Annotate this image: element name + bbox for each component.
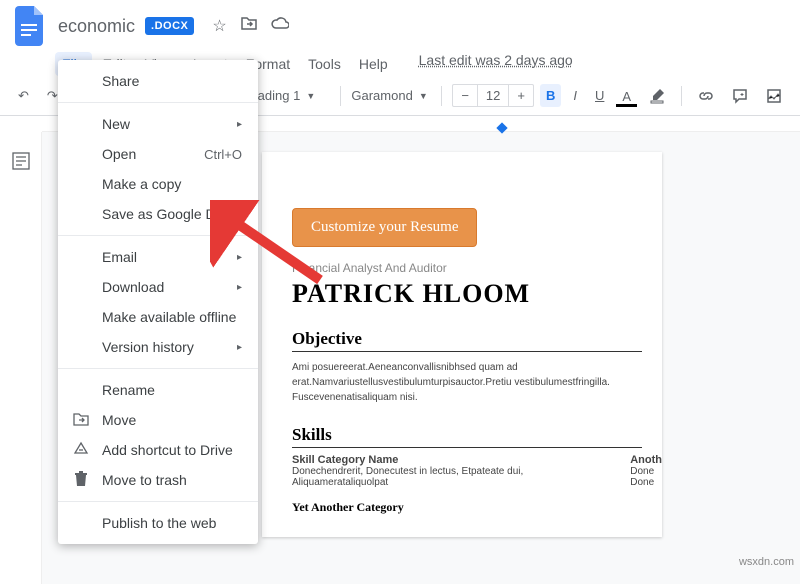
customize-resume-button[interactable]: Customize your Resume	[292, 208, 477, 247]
menu-share[interactable]: Share	[58, 66, 258, 96]
ruler-indent-marker[interactable]	[496, 122, 507, 133]
menu-version-history[interactable]: Version history▸	[58, 332, 258, 362]
menu-add-shortcut[interactable]: Add shortcut to Drive	[58, 435, 258, 465]
trash-icon	[72, 471, 90, 490]
fontsize-minus[interactable]: −	[453, 85, 477, 106]
move-icon	[72, 412, 90, 429]
image-icon[interactable]	[760, 84, 788, 108]
font-color-button[interactable]: A	[616, 85, 637, 107]
menu-publish-web[interactable]: Publish to the web	[58, 508, 258, 538]
heading-select[interactable]: eading 1▼	[250, 88, 330, 103]
menu-rename[interactable]: Rename	[58, 375, 258, 405]
italic-button[interactable]: I	[567, 84, 583, 107]
resume-subtitle: Financial Analyst And Auditor	[292, 261, 662, 275]
underline-button[interactable]: U	[589, 84, 610, 107]
menu-new[interactable]: New▸	[58, 109, 258, 139]
drive-shortcut-icon	[72, 441, 90, 460]
objective-heading: Objective	[292, 329, 642, 352]
font-select[interactable]: Garamond▼	[351, 88, 431, 103]
menu-email[interactable]: Email▸	[58, 242, 258, 272]
left-sidebar	[0, 132, 42, 584]
menu-move-trash[interactable]: Move to trash	[58, 465, 258, 495]
skills-heading: Skills	[292, 425, 642, 448]
fontsize-stepper[interactable]: − 12 +	[452, 84, 534, 107]
docs-logo-icon[interactable]	[12, 8, 48, 44]
menu-open[interactable]: OpenCtrl+O	[58, 139, 258, 169]
skill-col-1: Skill Category Name Donechendrerit, Done…	[292, 454, 550, 488]
star-icon[interactable]: ☆	[212, 16, 226, 36]
document-page[interactable]: Customize your Resume Financial Analyst …	[262, 152, 662, 537]
cloud-icon[interactable]	[271, 16, 289, 36]
docx-badge: .DOCX	[145, 17, 194, 35]
outline-icon[interactable]	[6, 146, 36, 181]
link-icon[interactable]	[692, 84, 720, 108]
fontsize-plus[interactable]: +	[509, 85, 533, 106]
submenu-arrow-icon: ▸	[237, 342, 242, 353]
menu-download[interactable]: Download▸	[58, 272, 258, 302]
last-edit-link[interactable]: Last edit was 2 days ago	[419, 52, 573, 76]
watermark: wsxdn.com	[739, 556, 794, 568]
file-dropdown-menu: Share New▸ OpenCtrl+O Make a copy Save a…	[58, 60, 258, 544]
submenu-arrow-icon: ▸	[237, 119, 242, 130]
submenu-arrow-icon: ▸	[237, 282, 242, 293]
comment-icon[interactable]	[726, 84, 754, 108]
fontsize-value[interactable]: 12	[477, 85, 509, 106]
resume-name: PATRICK HLOOM	[292, 279, 662, 309]
menu-save-as-google-docs[interactable]: Save as Google Docs	[58, 199, 258, 229]
menu-move[interactable]: Move	[58, 405, 258, 435]
header-bar: economic .DOCX ☆	[0, 0, 800, 52]
menu-tools[interactable]: Tools	[301, 52, 348, 76]
submenu-arrow-icon: ▸	[237, 252, 242, 263]
move-folder-icon[interactable]	[241, 16, 257, 36]
bold-button[interactable]: B	[540, 84, 561, 107]
menu-make-copy[interactable]: Make a copy	[58, 169, 258, 199]
highlight-button[interactable]	[643, 84, 671, 108]
undo-icon[interactable]: ↶	[12, 84, 35, 108]
menu-offline[interactable]: Make available offline	[58, 302, 258, 332]
objective-text: Ami posuereerat.Aeneanconvallisnibhsed q…	[292, 360, 642, 405]
yet-another-heading: Yet Another Category	[292, 500, 642, 517]
doc-title[interactable]: economic	[58, 16, 135, 37]
menu-help[interactable]: Help	[352, 52, 395, 76]
skill-col-2: Anoth Done Done	[630, 454, 662, 488]
